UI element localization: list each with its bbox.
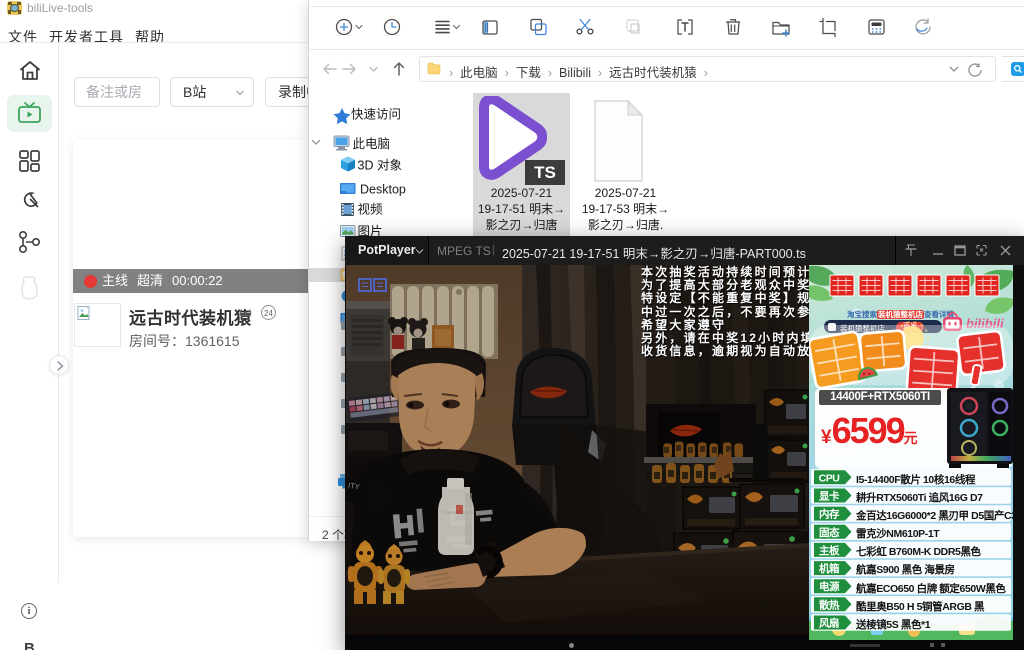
svg-text:CPU: CPU [819,472,840,484]
svg-text:3D 对象: 3D 对象 [358,159,402,173]
svg-text:机箱: 机箱 [819,562,840,575]
svg-text:此电脑: 此电脑 [353,137,391,151]
svg-text:主板: 主板 [819,544,840,557]
svg-text:快速访问: 快速访问 [351,108,401,122]
svg-text:电源: 电源 [819,580,840,593]
svg-text:视频: 视频 [358,202,384,217]
svg-text:Desktop: Desktop [360,183,406,197]
svg-text:散热: 散热 [819,598,840,611]
svg-text:固态: 固态 [819,526,840,539]
svg-text:风扇: 风扇 [819,617,839,630]
svg-text:内存: 内存 [819,508,840,521]
svg-text:显卡: 显卡 [819,490,840,503]
